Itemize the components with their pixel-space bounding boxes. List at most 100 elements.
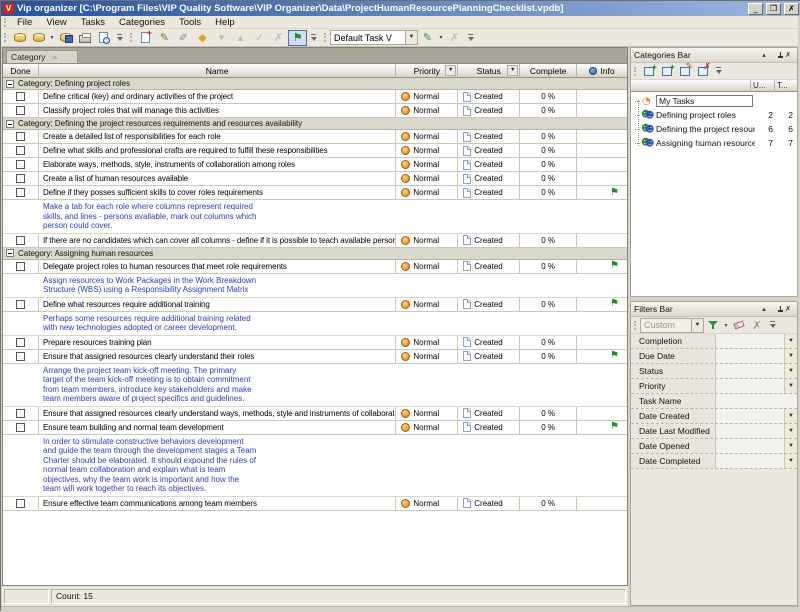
- add-subcategory-button[interactable]: [658, 64, 676, 79]
- task-name-cell[interactable]: Delegate project roles to human resource…: [39, 260, 396, 273]
- column-header-complete[interactable]: Complete: [520, 64, 577, 78]
- column-header-priority[interactable]: Priority▼: [396, 64, 458, 78]
- category-row[interactable]: Category: Defining the project resources…: [3, 118, 627, 130]
- delete-task-button[interactable]: ✐: [174, 30, 193, 46]
- filters-pin-button[interactable]: [770, 304, 782, 315]
- filter-value[interactable]: [716, 394, 784, 408]
- categories-toolbar-grip[interactable]: [634, 67, 637, 76]
- delete-filter-button[interactable]: ✗: [748, 318, 766, 333]
- restore-button[interactable]: ❐: [766, 3, 781, 15]
- categories-close-button[interactable]: ✗: [782, 50, 794, 61]
- category-row[interactable]: Category: Assigning human resources: [3, 248, 627, 260]
- done-checkbox[interactable]: [16, 174, 25, 183]
- open-database-dropdown[interactable]: ▾: [48, 34, 56, 41]
- move-up-button[interactable]: ▴: [231, 30, 250, 46]
- filter-dropdown-button[interactable]: ▼: [784, 379, 797, 393]
- task-name-cell[interactable]: Ensure team building and normal team dev…: [39, 421, 396, 434]
- done-checkbox[interactable]: [16, 262, 25, 271]
- open-database-button[interactable]: [29, 30, 48, 46]
- complete-task-button[interactable]: ✓: [250, 30, 269, 46]
- column-header-done[interactable]: Done: [3, 64, 39, 78]
- customize-view-dropdown[interactable]: ▾: [437, 34, 445, 41]
- task-name-cell[interactable]: Ensure effective team communications amo…: [39, 497, 396, 510]
- category-tree-item[interactable]: ☻☻ Defining the project resources requir…: [631, 122, 797, 136]
- toolbar-grip-2[interactable]: [130, 33, 133, 42]
- toolbar-overflow-1[interactable]: [115, 32, 125, 44]
- menu-tasks[interactable]: Tasks: [74, 16, 112, 29]
- filter-dropdown-button[interactable]: ▼: [784, 424, 797, 438]
- collapse-icon[interactable]: [6, 80, 14, 88]
- table-row[interactable]: Create a list of human resources availab…: [3, 172, 627, 186]
- table-row[interactable]: Create a detailed list of responsibiliti…: [3, 130, 627, 144]
- done-checkbox[interactable]: [16, 300, 25, 309]
- toolbar-grip-1[interactable]: [4, 33, 7, 42]
- print-button[interactable]: [75, 30, 94, 46]
- category-tree-item[interactable]: ◔ My Tasks: [631, 94, 797, 108]
- done-checkbox[interactable]: [16, 352, 25, 361]
- column-header-info[interactable]: Info: [577, 64, 627, 78]
- cancel-task-button[interactable]: ✗: [269, 30, 288, 46]
- filter-value[interactable]: [716, 424, 784, 438]
- done-checkbox[interactable]: [16, 338, 25, 347]
- table-row[interactable]: Ensure effective team communications amo…: [3, 497, 627, 511]
- table-row[interactable]: Prepare resources training plan Normal C…: [3, 336, 627, 350]
- task-name-cell[interactable]: Elaborate ways, methods, style, instrume…: [39, 158, 396, 171]
- total-column-header[interactable]: T...: [775, 80, 797, 92]
- task-name-cell[interactable]: Create a detailed list of responsibiliti…: [39, 130, 396, 143]
- new-task-button[interactable]: [136, 30, 155, 46]
- filter-value[interactable]: [716, 364, 784, 378]
- uncompleted-column-header[interactable]: U...: [751, 80, 775, 92]
- done-checkbox[interactable]: [16, 188, 25, 197]
- table-row[interactable]: Ensure that assigned resources clearly u…: [3, 350, 627, 364]
- table-row[interactable]: Delegate project roles to human resource…: [3, 260, 627, 274]
- delete-category-button[interactable]: [694, 64, 712, 79]
- category-name-column[interactable]: [631, 80, 751, 92]
- category-tree-item[interactable]: ☻☻ Assigning human resources 7 7: [631, 136, 797, 150]
- filters-toolbar-overflow[interactable]: [768, 319, 778, 331]
- done-checkbox[interactable]: [16, 409, 25, 418]
- move-down-button[interactable]: ▾: [212, 30, 231, 46]
- done-checkbox[interactable]: [16, 423, 25, 432]
- customize-view-button[interactable]: ✎: [418, 30, 437, 46]
- menu-view[interactable]: View: [39, 16, 73, 29]
- filter-preset-combo[interactable]: Custom ▼: [640, 318, 704, 333]
- done-checkbox[interactable]: [16, 160, 25, 169]
- filter-dropdown-button[interactable]: ▼: [784, 349, 797, 363]
- task-name-cell[interactable]: If there are no candidates which can cov…: [39, 234, 396, 247]
- done-checkbox[interactable]: [16, 106, 25, 115]
- table-row[interactable]: Classify project roles that will manage …: [3, 104, 627, 118]
- new-database-button[interactable]: [10, 30, 29, 46]
- column-header-status[interactable]: Status▼: [458, 64, 520, 78]
- filter-value[interactable]: [716, 379, 784, 393]
- done-checkbox[interactable]: [16, 92, 25, 101]
- task-name-cell[interactable]: Create a list of human resources availab…: [39, 172, 396, 185]
- toolbar-overflow-2[interactable]: [309, 32, 319, 44]
- done-checkbox[interactable]: [16, 146, 25, 155]
- task-name-cell[interactable]: Define if they posses sufficient skills …: [39, 186, 396, 199]
- filter-dropdown-button[interactable]: ▼: [784, 454, 797, 468]
- done-checkbox[interactable]: [16, 236, 25, 245]
- filter-value[interactable]: [716, 439, 784, 453]
- task-view-combo-arrow[interactable]: ▼: [405, 31, 417, 44]
- filters-toolbar-grip[interactable]: [634, 321, 637, 330]
- filter-dropdown-button[interactable]: ▼: [784, 364, 797, 378]
- category-tree-item[interactable]: ☻☻ Defining project roles 2 2: [631, 108, 797, 122]
- toolbar-grip-3[interactable]: [324, 33, 327, 42]
- menu-file[interactable]: File: [10, 16, 39, 29]
- filter-dropdown-button[interactable]: ▼: [784, 439, 797, 453]
- clear-filter-button[interactable]: [730, 318, 748, 333]
- menu-tools[interactable]: Tools: [172, 16, 208, 29]
- table-row[interactable]: Define if they posses sufficient skills …: [3, 186, 627, 200]
- menu-grip[interactable]: [4, 18, 7, 27]
- filter-value[interactable]: [716, 454, 784, 468]
- category-row[interactable]: Category: Defining project roles: [3, 78, 627, 90]
- filter-dropdown-button[interactable]: ▼: [784, 409, 797, 423]
- filters-close-button[interactable]: ✗: [782, 304, 794, 315]
- apply-filter-button[interactable]: [704, 318, 722, 333]
- group-by-category-tab[interactable]: Category: [6, 50, 78, 63]
- task-name-cell[interactable]: Define critical (key) and ordinary activ…: [39, 90, 396, 103]
- done-checkbox[interactable]: [16, 499, 25, 508]
- table-row[interactable]: Define critical (key) and ordinary activ…: [3, 90, 627, 104]
- task-cost-button[interactable]: ◆: [193, 30, 212, 46]
- task-name-cell[interactable]: Classify project roles that will manage …: [39, 104, 396, 117]
